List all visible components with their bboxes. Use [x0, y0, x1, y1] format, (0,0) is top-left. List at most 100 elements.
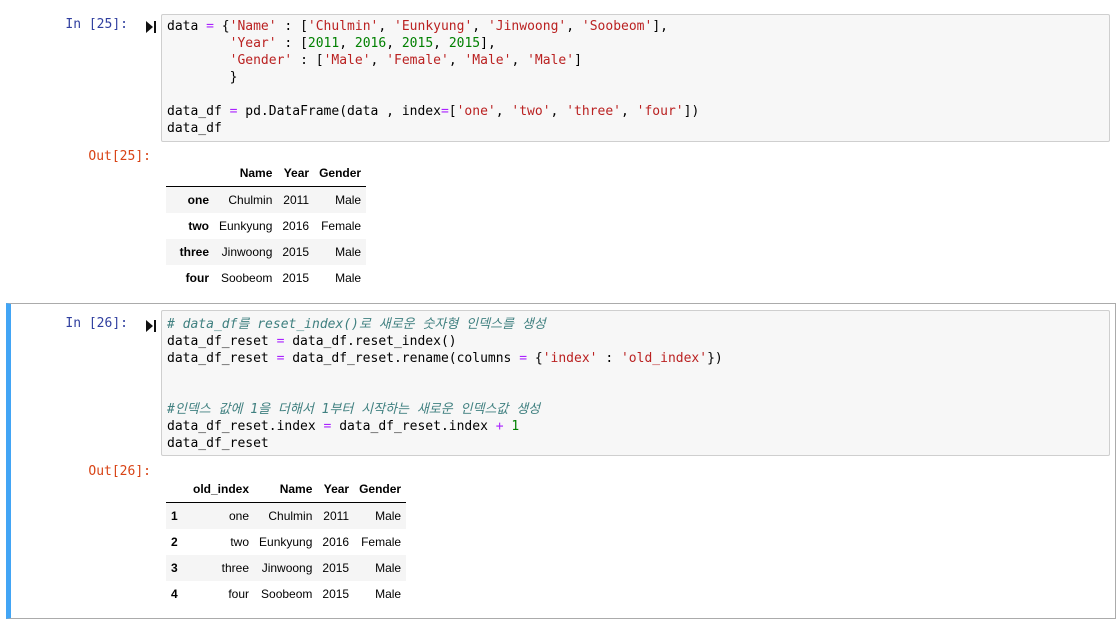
notebook-cell-26[interactable]: In [26]: # data_df를 reset_index()로 새로운 숫… — [6, 303, 1116, 619]
code-token: data_df_reset.index — [167, 419, 324, 434]
code-token: 2015 — [401, 36, 434, 51]
run-cell-icon[interactable] — [145, 319, 157, 333]
notebook-cell-25[interactable]: In [25]: data = {'Name' : ['Chulmin', 'E… — [6, 10, 1116, 298]
code-line[interactable]: data_df_reset — [167, 435, 723, 452]
table-row: one Chulmin 2011 Male — [166, 186, 367, 213]
code-token: ], — [652, 19, 668, 34]
row-index: three — [179, 245, 209, 259]
code-token: 'index' — [542, 351, 598, 366]
table-cell: 2011 — [283, 193, 310, 207]
code-token: 'Eunkyung' — [394, 19, 473, 34]
code-token: : [ — [276, 36, 308, 51]
code-token: : [ — [292, 53, 324, 68]
code-token: pd.DataFrame(data , index — [237, 104, 441, 119]
code-token: 'Chulmin' — [307, 19, 379, 34]
code-token: , — [433, 36, 449, 51]
code-line[interactable] — [167, 384, 723, 401]
code-line[interactable]: data_df_reset.index = data_df_reset.inde… — [167, 418, 723, 435]
code-token: 'three' — [566, 104, 621, 119]
table-row: two Eunkyung 2016 Female — [166, 213, 366, 239]
code-token: 1 — [511, 419, 520, 434]
code-token: data_df — [167, 121, 222, 136]
code-token: , — [511, 53, 528, 68]
row-index: two — [188, 219, 209, 233]
code-line[interactable]: } — [167, 69, 699, 86]
code-line[interactable] — [167, 367, 723, 384]
code-line[interactable]: 'Gender' : ['Male', 'Female', 'Male', 'M… — [167, 52, 699, 69]
code-token: data_df.reset_index() — [284, 334, 457, 349]
code-line[interactable]: data_df_reset = data_df_reset.rename(col… — [167, 350, 723, 367]
table-cell: Jinwoong — [221, 245, 273, 259]
code-line[interactable]: #인덱스 값에 1을 더해서 1부터 시작하는 새로운 인덱스값 생성 — [167, 401, 723, 418]
column-header: Gender — [354, 476, 407, 503]
code-token: + — [495, 419, 504, 434]
table-cell: Male — [335, 193, 362, 207]
code-token: 2011 — [307, 36, 340, 51]
code-token: = — [206, 19, 214, 34]
code-token: 2015 — [448, 36, 481, 51]
code-token: { — [213, 19, 230, 34]
code-line[interactable]: data = {'Name' : ['Chulmin', 'Eunkyung',… — [167, 18, 699, 35]
code-token: 'Male' — [527, 53, 575, 68]
code-token: ], — [480, 36, 496, 51]
code-line[interactable]: # data_df를 reset_index()로 새로운 숫자형 인덱스를 생… — [167, 316, 723, 333]
code-line[interactable]: data_df — [167, 120, 699, 137]
table-cell: Male — [335, 245, 362, 259]
table-cell: three — [221, 561, 250, 575]
code-input[interactable]: data = {'Name' : ['Chulmin', 'Eunkyung',… — [161, 14, 1110, 142]
column-header: Name — [254, 476, 318, 503]
row-index: four — [185, 271, 209, 285]
code-token: , — [378, 19, 395, 34]
code-editor[interactable]: data = {'Name' : ['Chulmin', 'Eunkyung',… — [167, 18, 699, 137]
table-row: four Soobeom 2015 Male — [166, 265, 366, 291]
code-token: , — [550, 104, 567, 119]
code-token: data_df_reset — [167, 351, 277, 366]
dataframe-output: Name Year Gender one Chulmin 2011 Male two Eunky… — [166, 160, 367, 291]
code-token: { — [527, 351, 543, 366]
code-token: data — [167, 19, 207, 34]
table-cell: 2016 — [282, 219, 310, 233]
index-header — [166, 476, 188, 503]
run-cell-icon[interactable] — [145, 20, 157, 34]
code-token: 'Male' — [323, 53, 371, 68]
table-cell: Soobeom — [261, 587, 313, 601]
table-cell: Male — [375, 587, 402, 601]
table-cell: Male — [335, 271, 362, 285]
table-cell: two — [230, 535, 250, 549]
table-cell: 2016 — [322, 535, 350, 549]
output-prompt: Out[26]: — [88, 464, 151, 479]
table-cell: Chulmin — [268, 509, 313, 523]
dataframe-output: old_index Name Year Gender 1 one Chulmin 2011 Ma… — [166, 476, 407, 607]
code-token: : [ — [276, 19, 308, 34]
table-cell: four — [228, 587, 250, 601]
code-token: 'one' — [456, 104, 496, 119]
code-input[interactable]: # data_df를 reset_index()로 새로운 숫자형 인덱스를 생… — [161, 310, 1110, 456]
code-token: 2016 — [354, 36, 387, 51]
code-token: , — [566, 19, 582, 34]
table-cell: 2015 — [282, 271, 310, 285]
output-prompt: Out[25]: — [88, 149, 151, 164]
table-cell: Male — [375, 561, 402, 575]
code-token: data_df_reset.index — [331, 419, 496, 434]
table-row: 4 four Soobeom 2015 Male — [166, 581, 406, 607]
code-line[interactable] — [167, 86, 699, 103]
table-cell: Female — [361, 535, 402, 549]
code-token: , — [448, 53, 465, 68]
table-row: 1 one Chulmin 2011 Male — [166, 502, 407, 529]
code-line[interactable]: data_df = pd.DataFrame(data , index=['on… — [167, 103, 699, 120]
code-token: 'Male' — [464, 53, 512, 68]
column-header: Year — [317, 476, 355, 503]
table-cell: Chulmin — [228, 193, 273, 207]
code-token: 'Female' — [386, 53, 449, 68]
column-header: Gender — [314, 160, 367, 187]
row-index: 4 — [171, 587, 178, 601]
code-token: [ — [448, 104, 457, 119]
code-token: } — [167, 70, 238, 85]
code-line[interactable]: data_df_reset = data_df.reset_index() — [167, 333, 723, 350]
code-line[interactable]: 'Year' : [2011, 2016, 2015, 2015], — [167, 35, 699, 52]
code-editor[interactable]: # data_df를 reset_index()로 새로운 숫자형 인덱스를 생… — [167, 316, 723, 452]
table-cell: one — [228, 509, 250, 523]
input-prompt: In [26]: — [65, 316, 128, 331]
code-token: 'Name' — [229, 19, 277, 34]
